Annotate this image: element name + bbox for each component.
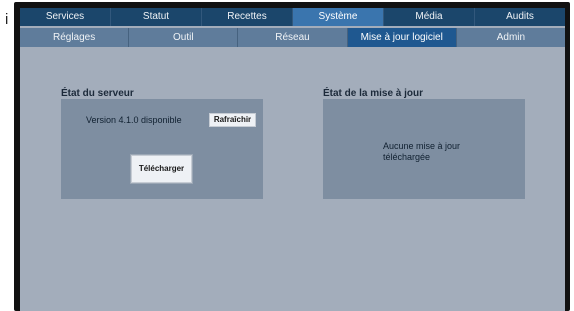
update-panel: Aucune mise à jour téléchargée — [323, 99, 525, 199]
subtab-reglages[interactable]: Réglages — [20, 28, 130, 47]
tab-media[interactable]: Média — [384, 8, 475, 26]
subtab-outil[interactable]: Outil — [129, 28, 239, 47]
tab-audits[interactable]: Audits — [475, 8, 565, 26]
update-status-message: Aucune mise à jour téléchargée — [383, 141, 461, 162]
top-nav: Services Statut Recettes Système Média A… — [20, 8, 565, 26]
device-frame: Services Statut Recettes Système Média A… — [14, 2, 570, 311]
download-button[interactable]: Télécharger — [131, 155, 192, 183]
subtab-reseau[interactable]: Réseau — [238, 28, 348, 47]
update-panel-title: État de la mise à jour — [323, 88, 424, 99]
tab-services[interactable]: Services — [20, 8, 111, 26]
server-status-message: Version 4.1.0 disponible — [86, 115, 182, 125]
tab-statut[interactable]: Statut — [111, 8, 202, 26]
subtab-mise-a-jour-logiciel[interactable]: Mise à jour logiciel — [347, 28, 457, 47]
server-panel-title: État du serveur — [61, 88, 134, 99]
tab-systeme[interactable]: Système — [293, 8, 384, 26]
refresh-button[interactable]: Rafraîchir — [209, 113, 256, 127]
screen: Services Statut Recettes Système Média A… — [20, 8, 565, 311]
sub-nav: Réglages Outil Réseau Mise à jour logici… — [20, 28, 565, 47]
tab-recettes[interactable]: Recettes — [202, 8, 293, 26]
server-panel: Version 4.1.0 disponible Rafraîchir Télé… — [61, 99, 263, 199]
subtab-admin[interactable]: Admin — [457, 28, 565, 47]
side-text: i — [5, 11, 9, 28]
